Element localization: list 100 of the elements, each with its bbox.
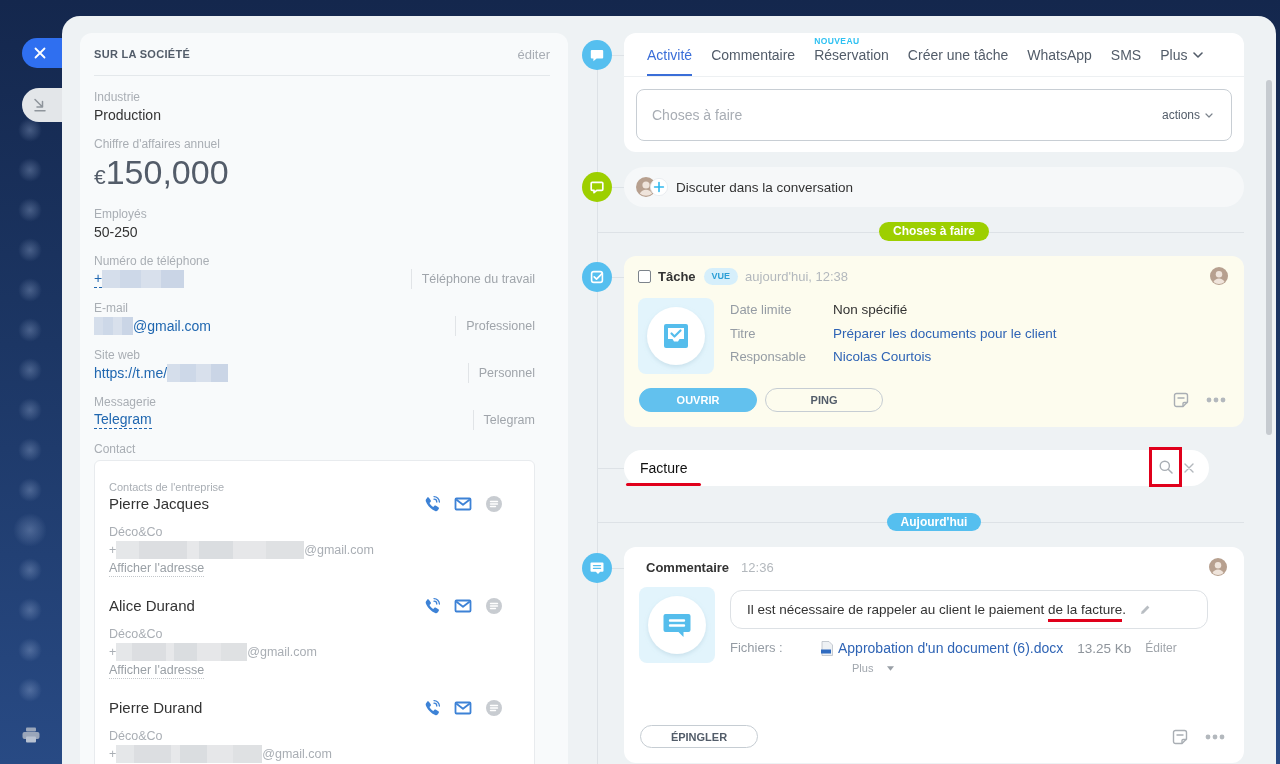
blurred-menu-icon — [18, 278, 42, 302]
conversation-button[interactable]: Discuter dans la conversation — [624, 167, 1244, 207]
contact-company: Déco&Co — [109, 524, 163, 541]
tab[interactable]: NOUVEAU Réservation — [814, 33, 889, 76]
phone-icon[interactable] — [423, 495, 441, 513]
checkbox[interactable] — [638, 269, 651, 283]
blurred-menu-icon — [18, 318, 42, 342]
search-icon — [1158, 460, 1173, 474]
field-label: Contact — [94, 441, 137, 457]
field-label: Chiffre d'affaires annuel — [94, 136, 220, 152]
section-pill: Choses à faire — [878, 222, 989, 241]
section-title: SUR LA SOCIÉTÉ — [94, 48, 191, 60]
more-icon[interactable] — [1206, 397, 1226, 403]
tab[interactable]: Commentaire — [711, 33, 796, 76]
blurred-menu-icon — [18, 438, 42, 462]
arrow-to-bar-icon — [33, 98, 47, 112]
redacted-block — [167, 364, 229, 382]
tab[interactable]: Créer une tâche — [907, 33, 1009, 76]
contact-company: Déco&Co — [109, 626, 163, 643]
field-link[interactable]: @gmail.com — [133, 317, 211, 335]
avatar-icon[interactable] — [1209, 558, 1227, 576]
blurred-menu-icon — [18, 198, 42, 222]
tab[interactable]: Plus — [1160, 33, 1204, 76]
tab[interactable]: SMS — [1110, 33, 1142, 76]
chat-bubble-icon — [582, 172, 612, 202]
field-link[interactable]: Nicolas Courtois — [833, 349, 932, 365]
caret-icon — [887, 665, 895, 671]
blurred-menu-icon — [18, 558, 42, 582]
field-value: 50-250 — [94, 223, 138, 242]
search-button[interactable] — [1149, 447, 1182, 487]
field-link[interactable]: Préparer les documents pour le client — [833, 325, 1057, 341]
file-size: 13.25 Kb — [1077, 640, 1132, 656]
comment-icon — [582, 553, 612, 583]
blurred-menu-icon — [18, 158, 42, 182]
field-type: Telegram — [483, 413, 535, 427]
timestamp: aujourd'hui, 12:38 — [745, 268, 849, 284]
chat-icon[interactable] — [485, 495, 503, 513]
blurred-menu-icon — [18, 678, 42, 702]
contact-name[interactable]: Alice Durand — [109, 596, 195, 616]
field-link[interactable]: Telegram — [94, 411, 152, 429]
phone-icon[interactable] — [423, 597, 441, 615]
blurred-menu-icon — [18, 118, 42, 142]
tab[interactable]: WhatsApp — [1027, 33, 1092, 76]
blurred-menu-icon — [18, 398, 42, 422]
field-type: Professionel — [466, 319, 535, 333]
field-type: Personnel — [478, 366, 535, 380]
mail-icon[interactable] — [454, 495, 472, 513]
comment-title: Commentaire — [646, 559, 730, 575]
close-button[interactable] — [22, 38, 62, 68]
chat-icon[interactable] — [485, 699, 503, 717]
chat-icon[interactable] — [485, 597, 503, 615]
task-title: Tâche — [658, 268, 696, 284]
close-icon[interactable] — [1184, 463, 1194, 473]
contact-name[interactable]: Pierre Jacques — [109, 494, 210, 514]
timestamp: 12:36 — [741, 559, 774, 575]
contact-detail: + — [109, 542, 117, 559]
field-label: E-mail — [94, 300, 128, 316]
note-icon[interactable] — [1172, 728, 1188, 745]
field-value: Non spécifié — [833, 302, 908, 318]
comment-text: Il est nécessaire de rappeler au client le paiement de la facture. — [747, 600, 1126, 619]
document-icon — [821, 640, 833, 656]
phone-icon[interactable] — [423, 699, 441, 717]
field-label: Industrie — [94, 89, 141, 105]
blurred-menu-icon — [18, 638, 42, 662]
contact-detail: + — [109, 644, 117, 661]
pencil-icon[interactable] — [1139, 603, 1151, 616]
contact-detail: @gmail.com — [247, 644, 317, 661]
scrollbar-thumb[interactable] — [1266, 80, 1272, 435]
field-label: Responsable — [730, 349, 807, 365]
redacted-block — [94, 317, 133, 335]
contact-detail: @gmail.com — [304, 542, 374, 559]
field-label: Titre — [730, 325, 757, 341]
avatar-icon[interactable] — [1210, 267, 1228, 285]
comment-icon — [639, 587, 715, 663]
file-link[interactable]: Approbation d'un document (6).docx — [838, 640, 1064, 656]
search-field[interactable]: Facture — [624, 450, 1209, 486]
new-label: NOUVEAU — [814, 36, 860, 46]
note-icon[interactable] — [1173, 392, 1189, 408]
contact-name[interactable]: Pierre Durand — [109, 698, 203, 718]
contact-detail: @gmail.com — [262, 746, 332, 763]
field-label: Messagerie — [94, 394, 157, 410]
actions-dropdown[interactable]: actions — [1161, 106, 1213, 124]
field-label: Date limite — [730, 302, 793, 318]
status-badge: VUE — [703, 267, 739, 285]
blurred-menu-icon — [18, 478, 42, 502]
field-label: Employés — [94, 206, 147, 222]
mail-icon[interactable] — [454, 699, 472, 717]
field-label: Fichiers : — [730, 639, 784, 657]
more-icon[interactable] — [1205, 733, 1225, 740]
field-label: Site web — [94, 347, 141, 363]
tab[interactable]: Activité — [647, 33, 693, 76]
minimize-button[interactable] — [22, 88, 62, 122]
printer-icon[interactable] — [22, 727, 40, 743]
mail-icon[interactable] — [454, 597, 472, 615]
add-icon — [650, 178, 668, 196]
checkbox-icon — [582, 262, 612, 292]
blurred-menu-icon — [18, 358, 42, 382]
speech-bubble-icon — [582, 40, 612, 70]
field-link[interactable]: https://t.me/ — [94, 364, 168, 382]
contact-detail: + — [109, 746, 117, 763]
